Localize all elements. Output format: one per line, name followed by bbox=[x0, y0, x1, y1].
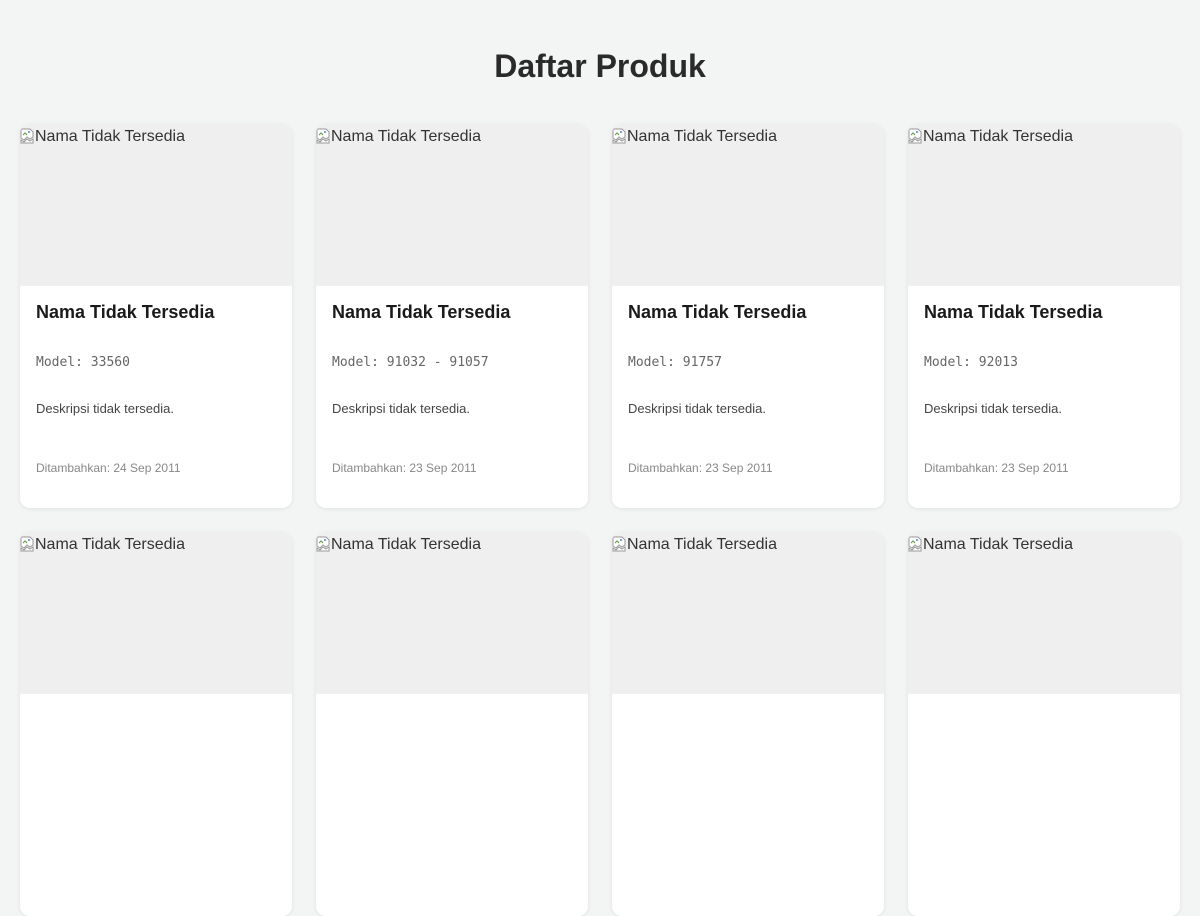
product-model: Model: 91032 - 91057 bbox=[332, 355, 489, 370]
page-title: Daftar Produk bbox=[494, 48, 706, 84]
image-alt-text: Nama Tidak Tersedia bbox=[331, 536, 481, 553]
broken-image: Nama Tidak Tersedia bbox=[20, 128, 185, 146]
product-card[interactable]: Nama Tidak Tersedia bbox=[612, 532, 884, 916]
product-image[interactable]: Nama Tidak Tersedia bbox=[908, 532, 1180, 694]
product-card[interactable]: Nama Tidak Tersedia Nama Tidak Tersedia … bbox=[20, 124, 292, 508]
broken-image: Nama Tidak Tersedia bbox=[908, 128, 1073, 146]
product-model: Model: 91757 bbox=[628, 355, 722, 370]
product-card[interactable]: Nama Tidak Tersedia bbox=[20, 532, 292, 916]
broken-image-icon bbox=[908, 128, 922, 144]
product-description: Deskripsi tidak tersedia. bbox=[628, 401, 766, 416]
broken-image: Nama Tidak Tersedia bbox=[908, 536, 1073, 554]
broken-image-icon bbox=[612, 536, 626, 552]
product-model: Model: 92013 bbox=[924, 355, 1018, 370]
product-card[interactable]: Nama Tidak Tersedia bbox=[316, 532, 588, 916]
broken-image-icon bbox=[316, 536, 330, 552]
image-alt-text: Nama Tidak Tersedia bbox=[923, 536, 1073, 553]
product-image[interactable]: Nama Tidak Tersedia bbox=[20, 532, 292, 694]
broken-image: Nama Tidak Tersedia bbox=[316, 536, 481, 554]
broken-image: Nama Tidak Tersedia bbox=[612, 128, 777, 146]
product-date-added: Ditambahkan: 23 Sep 2011 bbox=[628, 461, 773, 475]
image-alt-text: Nama Tidak Tersedia bbox=[923, 128, 1073, 145]
image-alt-text: Nama Tidak Tersedia bbox=[331, 128, 481, 145]
image-alt-text: Nama Tidak Tersedia bbox=[35, 536, 185, 553]
broken-image: Nama Tidak Tersedia bbox=[20, 536, 185, 554]
product-name: Nama Tidak Tersedia bbox=[924, 302, 1103, 322]
product-description: Deskripsi tidak tersedia. bbox=[332, 401, 470, 416]
product-date-added: Ditambahkan: 24 Sep 2011 bbox=[36, 461, 181, 475]
product-name: Nama Tidak Tersedia bbox=[36, 302, 215, 322]
product-image[interactable]: Nama Tidak Tersedia bbox=[612, 532, 884, 694]
broken-image: Nama Tidak Tersedia bbox=[316, 128, 481, 146]
product-description: Deskripsi tidak tersedia. bbox=[924, 401, 1062, 416]
product-name: Nama Tidak Tersedia bbox=[628, 302, 807, 322]
product-image[interactable]: Nama Tidak Tersedia bbox=[316, 124, 588, 286]
product-image[interactable]: Nama Tidak Tersedia bbox=[20, 124, 292, 286]
image-alt-text: Nama Tidak Tersedia bbox=[627, 536, 777, 553]
broken-image-icon bbox=[612, 128, 626, 144]
broken-image-icon bbox=[20, 128, 34, 144]
product-description: Deskripsi tidak tersedia. bbox=[36, 401, 174, 416]
product-card[interactable]: Nama Tidak Tersedia Nama Tidak Tersedia … bbox=[908, 124, 1180, 508]
product-date-added: Ditambahkan: 23 Sep 2011 bbox=[332, 461, 477, 475]
product-model: Model: 33560 bbox=[36, 355, 130, 370]
product-date-added: Ditambahkan: 23 Sep 2011 bbox=[924, 461, 1069, 475]
broken-image-icon bbox=[908, 536, 922, 552]
product-image[interactable]: Nama Tidak Tersedia bbox=[316, 532, 588, 694]
product-image[interactable]: Nama Tidak Tersedia bbox=[612, 124, 884, 286]
broken-image: Nama Tidak Tersedia bbox=[612, 536, 777, 554]
broken-image-icon bbox=[20, 536, 34, 552]
product-card[interactable]: Nama Tidak Tersedia Nama Tidak Tersedia … bbox=[316, 124, 588, 508]
product-name: Nama Tidak Tersedia bbox=[332, 302, 511, 322]
broken-image-icon bbox=[316, 128, 330, 144]
product-grid: Nama Tidak Tersedia Nama Tidak Tersedia … bbox=[20, 124, 1180, 916]
image-alt-text: Nama Tidak Tersedia bbox=[627, 128, 777, 145]
product-card[interactable]: Nama Tidak Tersedia bbox=[908, 532, 1180, 916]
image-alt-text: Nama Tidak Tersedia bbox=[35, 128, 185, 145]
product-image[interactable]: Nama Tidak Tersedia bbox=[908, 124, 1180, 286]
product-card[interactable]: Nama Tidak Tersedia Nama Tidak Tersedia … bbox=[612, 124, 884, 508]
